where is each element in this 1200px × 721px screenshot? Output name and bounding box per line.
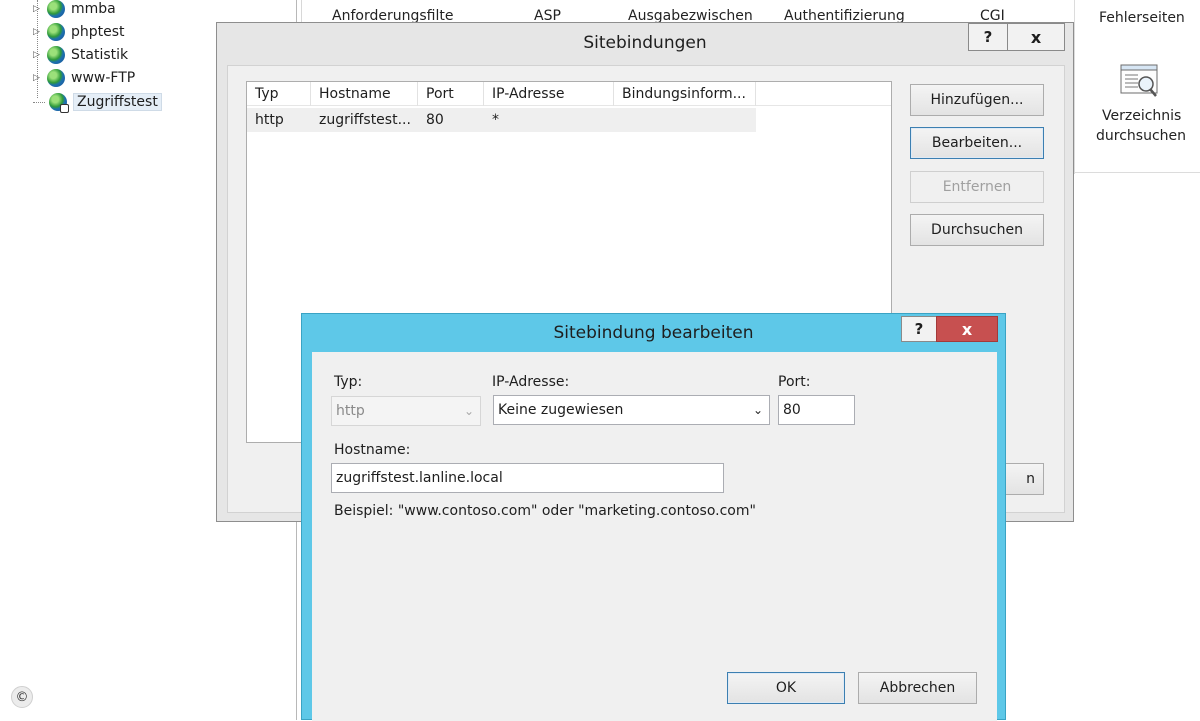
tree-connector-end	[33, 101, 45, 103]
globe-stopped-icon	[49, 93, 69, 113]
expand-icon[interactable]: ▷	[33, 73, 43, 83]
close-button[interactable]: x	[1007, 23, 1065, 51]
chevron-down-icon: ⌄	[752, 403, 763, 417]
globe-icon	[47, 46, 65, 64]
expand-icon[interactable]: ▷	[33, 27, 43, 37]
table-row[interactable]: http zugriffstest... 80 *	[247, 108, 756, 132]
tree-item-zugriffstest[interactable]: Zugriffstest	[33, 91, 162, 113]
column-header-type[interactable]: Typ	[247, 82, 311, 106]
cell-binding-info	[614, 108, 756, 132]
tree-item-statistik[interactable]: ▷ Statistik	[33, 44, 128, 66]
ip-address-select-value: Keine zugewiesen	[498, 402, 624, 418]
tree-item-label: Statistik	[71, 47, 129, 63]
tree-item-www-ftp[interactable]: ▷ www-FTP	[33, 67, 135, 89]
actions-divider	[1074, 0, 1075, 174]
tree-item-label: Zugriffstest	[73, 93, 162, 111]
action-browse-directory-line1[interactable]: Verzeichnis	[1102, 108, 1181, 124]
type-select-value: http	[336, 403, 365, 419]
hostname-example: Beispiel: "www.contoso.com" oder "market…	[334, 503, 756, 519]
type-label: Typ:	[334, 374, 363, 390]
column-header-hostname[interactable]: Hostname	[311, 82, 418, 106]
action-browse-directory-line2[interactable]: durchsuchen	[1096, 128, 1186, 144]
column-header-binding-info[interactable]: Bindungsinform...	[614, 82, 756, 106]
tree-item-label: www-FTP	[71, 70, 136, 86]
ok-button[interactable]: OK	[727, 672, 845, 704]
list-header: Typ Hostname Port IP-Adresse Bindungsinf…	[247, 82, 891, 106]
help-button[interactable]: ?	[901, 316, 937, 342]
type-select[interactable]: http ⌄	[331, 396, 481, 426]
remove-button[interactable]: Entfernen	[910, 171, 1044, 203]
dialog-body: Typ: http ⌄ IP-Adresse: Keine zugewiesen…	[312, 352, 997, 721]
hostname-input[interactable]: zugriffstest.lanline.local	[331, 463, 724, 493]
browse-directory-icon[interactable]	[1120, 62, 1160, 102]
edit-button[interactable]: Bearbeiten...	[910, 127, 1044, 159]
tree-item-mmba[interactable]: ▷ mmba	[33, 0, 116, 20]
add-button[interactable]: Hinzufügen...	[910, 84, 1044, 116]
chevron-down-icon: ⌄	[463, 404, 474, 418]
action-error-pages[interactable]: Fehlerseiten	[1099, 10, 1185, 26]
cell-port: 80	[426, 112, 444, 128]
actions-separator	[1074, 172, 1200, 173]
dialog-title: Sitebindungen	[583, 33, 707, 53]
hostname-label: Hostname:	[334, 442, 411, 458]
tree-item-label: phptest	[71, 24, 125, 40]
close-button[interactable]: x	[936, 316, 998, 342]
expand-icon[interactable]: ▷	[33, 4, 43, 14]
dialog-title: Sitebindung bearbeiten	[553, 323, 754, 343]
tree-item-label: mmba	[71, 1, 116, 17]
help-button[interactable]: ?	[968, 23, 1008, 51]
expand-icon[interactable]: ▷	[33, 50, 43, 60]
globe-icon	[47, 0, 65, 18]
tree-item-phptest[interactable]: ▷ phptest	[33, 21, 125, 43]
globe-icon	[47, 23, 65, 41]
ip-address-select[interactable]: Keine zugewiesen ⌄	[493, 395, 770, 425]
edit-site-binding-dialog: Sitebindung bearbeiten ? x Typ: http ⌄ I…	[301, 313, 1006, 721]
cancel-button[interactable]: Abbrechen	[858, 672, 977, 704]
port-label: Port:	[778, 374, 811, 390]
cell-ip-address: *	[492, 112, 499, 128]
ip-address-label: IP-Adresse:	[492, 374, 570, 390]
browse-button[interactable]: Durchsuchen	[910, 214, 1044, 246]
column-header-port[interactable]: Port	[418, 82, 484, 106]
cell-type: http	[255, 112, 284, 128]
copyright-badge: ©	[11, 686, 33, 708]
globe-icon	[47, 69, 65, 87]
cell-hostname: zugriffstest...	[319, 112, 411, 128]
port-input[interactable]: 80	[778, 395, 855, 425]
column-header-ip-address[interactable]: IP-Adresse	[484, 82, 614, 106]
